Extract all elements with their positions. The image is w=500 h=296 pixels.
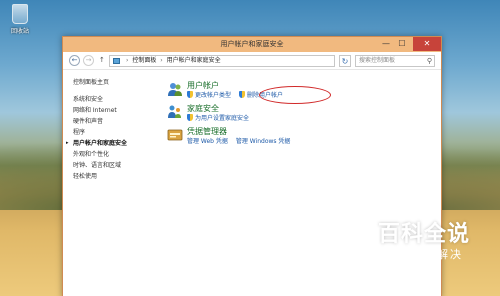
recycle-bin-desktop-icon[interactable]: 回收站 [6, 4, 34, 35]
setup-family-safety-link[interactable]: 为用户设置家庭安全 [187, 114, 249, 123]
maximize-button[interactable]: ☐ [395, 37, 409, 51]
watermark-title: 百科全说 [377, 222, 470, 247]
search-input[interactable]: 搜索控制面板 ⚲ [355, 55, 435, 67]
highlight-circle [259, 86, 331, 104]
sidebar-item-system-security[interactable]: 系统和安全 [73, 94, 173, 105]
recycle-bin-icon [12, 4, 28, 24]
recycle-bin-label: 回收站 [10, 28, 29, 35]
section-family-safety: 家庭安全 为用户设置家庭安全 [167, 104, 427, 127]
sidebar-item-hardware-sound[interactable]: 硬件和声音 [73, 116, 173, 127]
search-placeholder: 搜索控制面板 [359, 57, 396, 64]
sidebar-item-appearance[interactable]: 外观和个性化 [73, 149, 173, 160]
breadcrumb-user-accounts[interactable]: 用户帐户和家庭安全 [167, 57, 221, 64]
watermark: 百科全说 助你轻松解决 [364, 222, 484, 262]
forward-button[interactable]: → [83, 55, 94, 66]
breadcrumb-separator: › [160, 57, 163, 64]
family-safety-icon [168, 105, 181, 118]
section-user-accounts: 用户帐户 更改帐户类型 删除用户帐户 [167, 81, 427, 104]
back-button[interactable]: ← [69, 55, 80, 66]
section-credential-manager: 凭据管理器 管理 Web 凭据 管理 Windows 凭据 [167, 127, 427, 150]
manage-web-credentials-link[interactable]: 管理 Web 凭据 [187, 137, 228, 146]
shield-icon [187, 114, 193, 121]
breadcrumb-control-panel[interactable]: 控制面板 [132, 57, 156, 64]
sidebar: 控制面板主页 系统和安全 网络和 Internet 硬件和声音 程序 用户帐户和… [66, 77, 173, 182]
sidebar-item-network[interactable]: 网络和 Internet [73, 105, 173, 116]
navigation-bar: ← → ↑ › 控制面板 › 用户帐户和家庭安全 ↻ 搜索控制面板 ⚲ [63, 52, 441, 70]
up-arrow-icon[interactable]: ↑ [99, 56, 105, 64]
section-title[interactable]: 家庭安全 [187, 104, 427, 114]
title-bar[interactable]: 用户帐户和家庭安全 — ☐ ✕ [63, 37, 441, 52]
sidebar-item-clock-region[interactable]: 时钟、语言和区域 [73, 160, 173, 171]
search-icon[interactable]: ⚲ [427, 56, 432, 66]
close-button[interactable]: ✕ [413, 37, 441, 51]
shield-icon [238, 91, 245, 98]
change-account-type-link[interactable]: 更改帐户类型 [187, 91, 231, 100]
section-title[interactable]: 凭据管理器 [187, 127, 427, 137]
address-bar[interactable]: › 控制面板 › 用户帐户和家庭安全 [109, 55, 335, 67]
breadcrumb-separator: › [126, 57, 129, 64]
minimize-button[interactable]: — [379, 37, 393, 51]
user-accounts-icon [168, 83, 182, 96]
manage-windows-credentials-link[interactable]: 管理 Windows 凭据 [236, 137, 291, 146]
control-panel-icon [113, 58, 120, 64]
sidebar-item-user-accounts[interactable]: 用户帐户和家庭安全 [66, 138, 173, 149]
sidebar-item-ease-of-access[interactable]: 轻松使用 [73, 171, 173, 182]
sidebar-item-programs[interactable]: 程序 [73, 127, 173, 138]
sidebar-item-home[interactable]: 控制面板主页 [73, 77, 173, 88]
credential-manager-icon [167, 129, 183, 141]
watermark-subtitle: 助你轻松解决 [385, 248, 463, 261]
refresh-button[interactable]: ↻ [339, 55, 351, 67]
main-content: 用户帐户 更改帐户类型 删除用户帐户 家庭安全 为用户设置家庭安全 凭据管理器 … [167, 81, 427, 150]
shield-icon [187, 91, 193, 98]
